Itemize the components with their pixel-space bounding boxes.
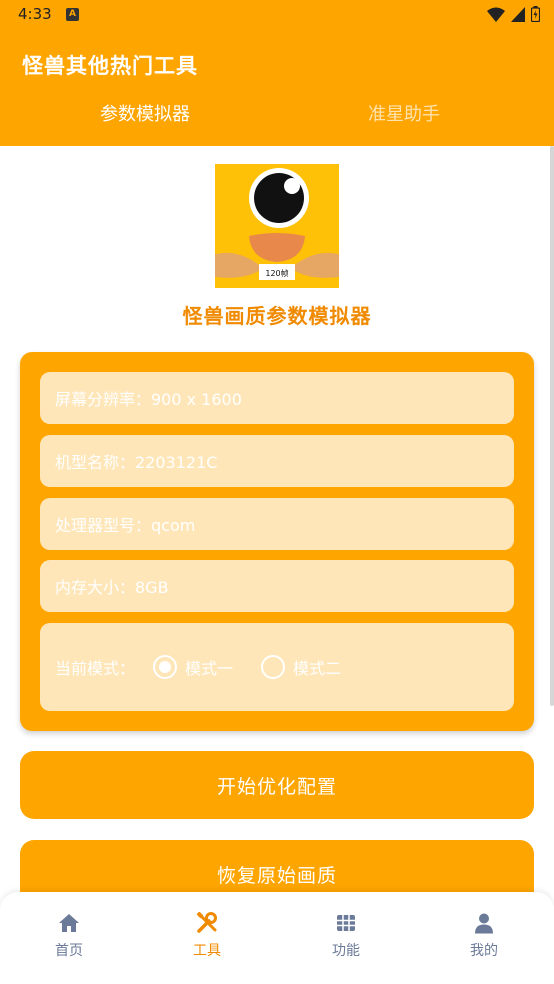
- processor-text: 处理器型号：qcom: [55, 516, 196, 535]
- mode-field: 当前模式： 模式一 模式二: [40, 623, 514, 711]
- status-bar: 4:33 A: [0, 0, 554, 30]
- scrollbar[interactable]: [550, 146, 554, 706]
- notification-a-icon: A: [66, 8, 79, 21]
- nav-home-label: 首页: [55, 943, 83, 959]
- status-icons: [487, 6, 540, 22]
- logo-badge: 120帧: [265, 268, 288, 278]
- bottom-nav: 首页 工具 功能 我的: [0, 892, 554, 984]
- nav-features-label: 功能: [332, 943, 360, 959]
- device-info-card: 屏幕分辨率：900 x 1600 机型名称：2203121C 处理器型号：qco…: [20, 352, 534, 731]
- signal-icon: [511, 6, 525, 22]
- status-time: 4:33: [18, 5, 52, 23]
- nav-tools-label: 工具: [193, 943, 221, 959]
- wifi-icon: [487, 7, 505, 22]
- resolution-text: 屏幕分辨率：900 x 1600: [55, 390, 242, 409]
- mode-one-radio[interactable]: [153, 655, 178, 679]
- tab-param-simulator[interactable]: 参数模拟器: [100, 100, 190, 126]
- memory-field: 内存大小：8GB: [40, 560, 514, 612]
- start-optimize-button[interactable]: 开始优化配置: [20, 751, 534, 819]
- mode-two-radio[interactable]: [261, 655, 286, 679]
- mode-one-label[interactable]: 模式一: [185, 655, 233, 679]
- mode-label: 当前模式：: [55, 659, 136, 678]
- resolution-field: 屏幕分辨率：900 x 1600: [40, 372, 514, 424]
- mode-two-label[interactable]: 模式二: [293, 655, 341, 679]
- model-text: 机型名称：2203121C: [55, 453, 218, 472]
- page-heading: 怪兽画质参数模拟器: [182, 304, 372, 328]
- app-title: 怪兽其他热门工具: [22, 54, 198, 78]
- monster-logo-icon: 120帧: [215, 164, 339, 288]
- tab-crosshair-assistant[interactable]: 准星助手: [368, 100, 440, 126]
- processor-field: 处理器型号：qcom: [40, 498, 514, 550]
- grid-icon: [337, 915, 355, 931]
- nav-tools[interactable]: 工具: [162, 912, 252, 960]
- model-field: 机型名称：2203121C: [40, 435, 514, 487]
- home-icon: [59, 914, 79, 932]
- nav-home[interactable]: 首页: [24, 912, 114, 960]
- nav-profile-label: 我的: [470, 943, 498, 959]
- app-logo: 120帧: [215, 164, 339, 288]
- radio-selected-dot: [159, 661, 172, 673]
- nav-features[interactable]: 功能: [301, 912, 391, 960]
- person-icon: [475, 913, 493, 934]
- battery-icon: [531, 6, 540, 22]
- memory-text: 内存大小：8GB: [55, 578, 169, 597]
- nav-profile[interactable]: 我的: [439, 912, 529, 960]
- app-bar: 怪兽其他热门工具 参数模拟器 准星助手: [0, 30, 554, 146]
- tools-icon: [196, 912, 217, 933]
